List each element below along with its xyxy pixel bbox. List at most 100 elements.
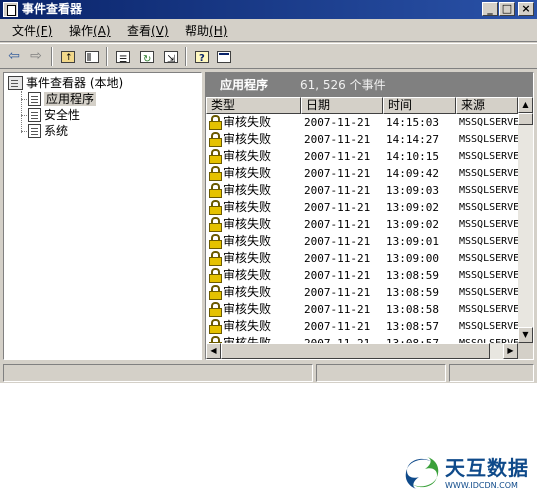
table-row[interactable]: 审核失败 2007-11-21 14:09:42 MSSQLSERVER: [206, 165, 518, 182]
log-icon: [28, 92, 41, 106]
event-date: 2007-11-21: [304, 303, 371, 316]
minimize-button[interactable]: _: [482, 2, 498, 16]
watermark-logo: 天互数据 WWW.IDCDN.COM: [403, 455, 537, 498]
event-type: 审核失败: [223, 251, 272, 265]
console-tree[interactable]: 事件查看器 (本地) 应用程序 安全性 系统: [3, 72, 202, 360]
toolbar-separator: [185, 47, 187, 66]
event-date: 2007-11-21: [304, 201, 371, 214]
cell-type: 审核失败: [209, 233, 301, 250]
audit-failure-lock-icon: [209, 319, 222, 334]
tree-root-event-viewer[interactable]: 事件查看器 (本地): [8, 75, 123, 91]
event-time: 14:14:27: [386, 133, 439, 146]
tree-item-security[interactable]: 安全性: [28, 107, 80, 123]
event-time: 13:09:00: [386, 252, 439, 265]
tree-connector: [21, 91, 22, 133]
event-source: MSSQLSERVER: [459, 117, 518, 128]
refresh-icon[interactable]: ↻: [137, 47, 157, 66]
forward-arrow-icon[interactable]: ⇨: [26, 47, 46, 66]
column-header-source[interactable]: 来源: [456, 97, 518, 114]
close-button[interactable]: ×: [518, 2, 534, 16]
table-row[interactable]: 审核失败 2007-11-21 13:09:03 MSSQLSERVER: [206, 182, 518, 199]
table-row[interactable]: 审核失败2007-11-2113:08:57MSSQLSERVER: [206, 335, 518, 343]
cell-type: 审核失败: [209, 267, 301, 284]
event-type: 审核失败: [223, 234, 272, 248]
cell-type: 审核失败: [209, 199, 301, 216]
scrollbar-corner: [518, 343, 533, 359]
menu-view[interactable]: 查看(V): [127, 24, 169, 38]
table-row[interactable]: 审核失败 2007-11-21 13:09:01 MSSQLSERVER: [206, 233, 518, 250]
menu-file[interactable]: 文件(F): [12, 24, 52, 38]
horizontal-scrollbar[interactable]: ◀ ▶: [206, 343, 518, 359]
table-row[interactable]: 审核失败 2007-11-21 13:08:59 MSSQLSERVER: [206, 267, 518, 284]
cell-type: 审核失败: [209, 301, 301, 318]
event-source: MSSQLSERVER: [459, 236, 518, 247]
cell-type: 审核失败: [209, 165, 301, 182]
table-row[interactable]: 审核失败 2007-11-21 13:09:02 MSSQLSERVER: [206, 199, 518, 216]
log-icon: [28, 124, 41, 138]
table-row[interactable]: 审核失败 2007-11-21 13:09:00 MSSQLSERVER: [206, 250, 518, 267]
event-time: 13:08:57: [386, 320, 439, 333]
column-header-time[interactable]: 时间: [383, 97, 456, 114]
table-row[interactable]: 审核失败 2007-11-21 13:08:58 MSSQLSERVER: [206, 301, 518, 318]
vertical-scroll-thumb[interactable]: [518, 113, 533, 125]
table-row[interactable]: 审核失败 2007-11-21 14:10:15 MSSQLSERVER: [206, 148, 518, 165]
up-folder-icon[interactable]: ↑: [58, 47, 78, 66]
properties-icon[interactable]: ☰: [113, 47, 133, 66]
back-arrow-icon[interactable]: ⇦: [4, 47, 24, 66]
menu-action[interactable]: 操作(A): [69, 24, 111, 38]
tree-root-label: 事件查看器 (本地): [26, 76, 124, 90]
table-row[interactable]: 审核失败 2007-11-21 13:08:59 MSSQLSERVER: [206, 284, 518, 301]
audit-failure-lock-icon: [209, 149, 222, 164]
scroll-left-button[interactable]: ◀: [206, 343, 221, 359]
event-viewer-icon: [8, 76, 23, 90]
event-source: MSSQLSERVER: [459, 219, 518, 230]
log-icon: [28, 108, 41, 122]
tree-item-application[interactable]: 应用程序: [28, 91, 97, 107]
pane-title: 应用程序: [220, 78, 269, 92]
column-header-date[interactable]: 日期: [301, 97, 383, 114]
event-date: 2007-11-21: [304, 320, 371, 333]
event-time: 13:09:02: [386, 218, 439, 231]
table-row[interactable]: 审核失败 2007-11-21 14:15:03 MSSQLSERVER: [206, 114, 518, 131]
event-source: MSSQLSERVER: [459, 202, 518, 213]
horizontal-scroll-thumb[interactable]: [221, 343, 490, 359]
table-row[interactable]: 审核失败 2007-11-21 14:14:27 MSSQLSERVER: [206, 131, 518, 148]
event-date: 2007-11-21: [304, 133, 371, 146]
export-list-icon[interactable]: ⇲: [161, 47, 181, 66]
scroll-right-button[interactable]: ▶: [503, 343, 518, 359]
scroll-down-button[interactable]: ▼: [518, 327, 533, 343]
table-row[interactable]: 审核失败2007-11-2113:08:57MSSQLSERVER: [206, 318, 518, 335]
audit-failure-lock-icon: [209, 217, 222, 232]
console-icon[interactable]: [214, 47, 234, 66]
event-list[interactable]: 审核失败 2007-11-21 14:15:03 MSSQLSERVER 审核失败 200…: [206, 114, 518, 343]
event-source: MSSQLSERVER: [459, 335, 518, 343]
event-source: MSSQLSERVER: [459, 151, 518, 162]
vertical-scrollbar[interactable]: ▲ ▼: [518, 97, 533, 343]
help-icon[interactable]: ?: [192, 47, 212, 66]
event-type: 审核失败: [223, 149, 272, 163]
event-type: 审核失败: [223, 217, 272, 231]
event-date: 2007-11-21: [304, 184, 371, 197]
column-header-type[interactable]: 类型: [206, 97, 301, 114]
event-source: MSSQLSERVER: [459, 321, 518, 332]
audit-failure-lock-icon: [209, 268, 222, 283]
audit-failure-lock-icon: [209, 132, 222, 147]
audit-failure-lock-icon: [209, 200, 222, 215]
event-source: MSSQLSERVER: [459, 304, 518, 315]
event-type: 审核失败: [223, 183, 272, 197]
title-bar[interactable]: 事件查看器 _ □ ×: [0, 0, 537, 19]
tree-item-label: 系统: [44, 124, 69, 138]
cell-type: 审核失败: [209, 114, 301, 131]
event-type: 审核失败: [223, 268, 272, 282]
maximize-button[interactable]: □: [499, 2, 515, 16]
scroll-up-button[interactable]: ▲: [518, 97, 533, 113]
toolbar-separator: [51, 47, 53, 66]
table-row[interactable]: 审核失败 2007-11-21 13:09:02 MSSQLSERVER: [206, 216, 518, 233]
status-panel-right: [449, 364, 534, 382]
cell-type: 审核失败: [209, 216, 301, 233]
menu-help[interactable]: 帮助(H): [185, 24, 227, 38]
show-hide-tree-icon[interactable]: [82, 47, 102, 66]
tree-item-system[interactable]: 系统: [28, 123, 68, 139]
event-viewer-app-icon[interactable]: [3, 2, 18, 17]
audit-failure-lock-icon: [209, 302, 222, 317]
